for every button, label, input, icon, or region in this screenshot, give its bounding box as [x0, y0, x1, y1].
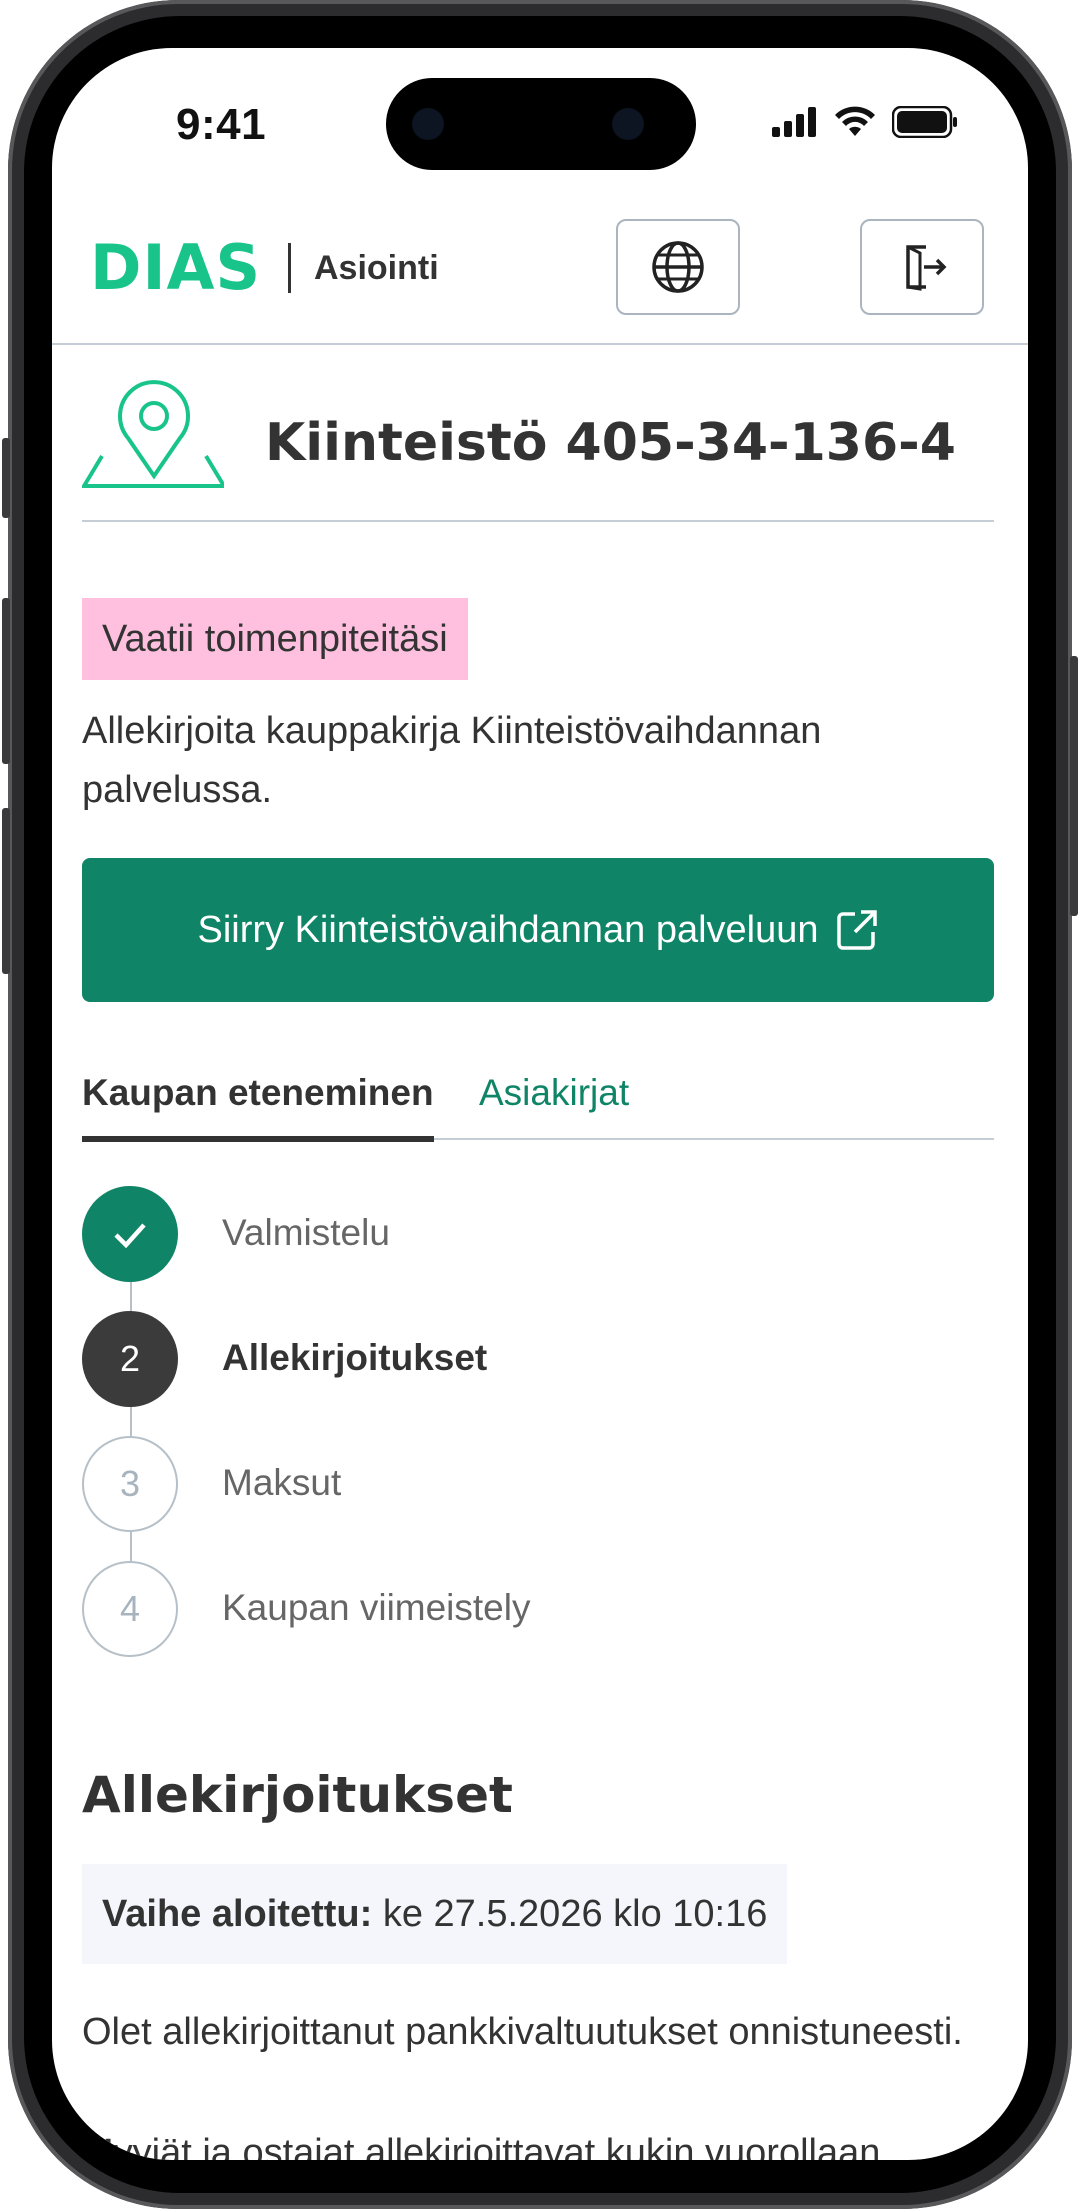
wifi-icon	[835, 106, 875, 136]
step-done-indicator	[82, 1186, 178, 1282]
globe-icon	[652, 241, 704, 293]
power-button	[1070, 656, 1078, 916]
dias-logo[interactable]: DIAS	[90, 231, 261, 304]
signal-icon	[772, 107, 816, 137]
status-icons	[772, 106, 958, 138]
app-subtitle: Asiointi	[314, 249, 439, 287]
sensor-icon	[612, 108, 644, 140]
signature-status-text: Olet allekirjoittanut pankkivaltuutukset…	[82, 2011, 963, 2053]
action-message: Allekirjoita kauppakirja Kiinteistövaihd…	[82, 710, 822, 811]
logout-icon	[906, 245, 947, 291]
action-button	[2, 438, 10, 518]
step-label: Maksut	[222, 1462, 342, 1503]
volume-up-button	[2, 598, 10, 764]
tab-bar: Kaupan eteneminen Asiakirjat	[82, 1060, 994, 1142]
step-label: Valmistelu	[222, 1212, 390, 1253]
location-pin-icon	[82, 380, 224, 488]
app-header: DIAS Asiointi	[52, 203, 1028, 345]
camera-icon	[412, 108, 444, 140]
battery-icon	[892, 106, 957, 138]
step-signatures: 2 Allekirjoitukset	[82, 1311, 782, 1411]
screen: 9:41 DIAS Asiointi Kiinteistö 405-34-136…	[52, 48, 1028, 2160]
step-number: 3	[82, 1436, 178, 1532]
step-payments: 3 Maksut	[82, 1436, 782, 1536]
phase-value: ke 27.5.2026 klo 10:16	[372, 1893, 768, 1935]
go-to-service-label: Siirry Kiinteistövaihdannan palveluun	[197, 908, 819, 951]
property-header: Kiinteistö 405-34-136-4	[82, 378, 994, 522]
signature-info-text: Myyjät ja ostajat allekirjoittavat kukin…	[82, 2132, 881, 2160]
step-finalization: 4 Kaupan viimeistely	[82, 1561, 782, 1661]
volume-down-button	[2, 808, 10, 974]
phase-label: Vaihe aloitettu:	[102, 1893, 373, 1935]
status-time: 9:41	[176, 100, 267, 149]
step-preparation: Valmistelu	[82, 1186, 782, 1286]
logo-divider	[288, 243, 291, 293]
tab-documents[interactable]: Asiakirjat	[479, 1072, 629, 1114]
go-to-service-button[interactable]: Siirry Kiinteistövaihdannan palveluun	[82, 858, 994, 1002]
external-link-icon	[836, 910, 877, 950]
step-label: Allekirjoitukset	[222, 1337, 488, 1378]
dynamic-island	[386, 78, 696, 170]
step-label: Kaupan viimeistely	[222, 1587, 531, 1628]
step-number: 4	[82, 1561, 178, 1657]
stepper-connector	[130, 1236, 132, 1611]
tab-progress[interactable]: Kaupan eteneminen	[82, 1072, 434, 1142]
section-heading: Allekirjoitukset	[82, 1766, 513, 1824]
phase-started-box: Vaihe aloitettu: ke 27.5.2026 klo 10:16	[82, 1864, 788, 1964]
language-button[interactable]	[616, 219, 740, 315]
logout-button[interactable]	[860, 219, 984, 315]
check-icon	[114, 1223, 146, 1249]
page-title: Kiinteistö 405-34-136-4	[265, 413, 956, 473]
action-required-badge: Vaatii toimenpiteitäsi	[82, 598, 468, 680]
step-number: 2	[82, 1311, 178, 1407]
